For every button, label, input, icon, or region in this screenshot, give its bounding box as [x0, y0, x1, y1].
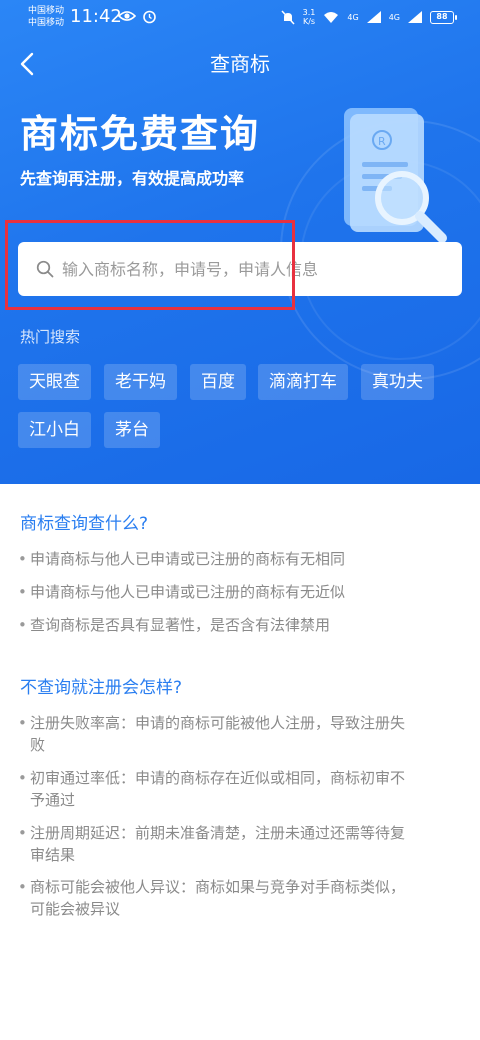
list-item-line: 可能会被异议: [30, 900, 121, 918]
list-item: 申请商标与他人已申请或已注册的商标有无相同: [18, 548, 458, 570]
page-title: 查商标: [210, 52, 270, 76]
list-item: 注册失败率高：申请的商标可能被他人注册，导致注册失 败: [18, 712, 458, 756]
battery-indicator: 88: [430, 10, 457, 24]
hot-tag[interactable]: 滴滴打车: [258, 364, 348, 400]
hot-tag[interactable]: 天眼查: [18, 364, 91, 400]
hero-title: 商标免费查询: [20, 112, 261, 156]
signal-bars-icon: [408, 11, 422, 23]
hot-search-label: 热门搜索: [20, 328, 81, 346]
mute-bell-icon: [281, 9, 295, 25]
hot-tag[interactable]: 茅台: [104, 412, 160, 448]
signal-1-label: 4G: [347, 12, 359, 22]
list-item: 初审通过率低：申请的商标存在近似或相同，商标初审不 予通过: [18, 767, 458, 811]
carrier-info: 中国移动 中国移动: [28, 5, 64, 29]
clock: 11:42: [70, 6, 122, 27]
section-title: 不查询就注册会怎样?: [20, 678, 183, 698]
list-item-line: 注册失败率高：申请的商标可能被他人注册，导致注册失: [30, 714, 406, 732]
wifi-icon: [324, 11, 339, 23]
svg-text:R: R: [378, 135, 386, 148]
hot-tag[interactable]: 老干妈: [104, 364, 177, 400]
list-item-line: 予通过: [30, 791, 76, 809]
speed-unit: K/s: [302, 17, 316, 26]
status-bar: 中国移动 中国移动 11:42 3.1 K/s 4G 4G 88: [0, 0, 480, 36]
list-item-line: 败: [30, 736, 46, 754]
list-item-line: 商标可能会被他人异议：商标如果与竞争对手商标类似，: [30, 878, 406, 896]
speed-value: 3.1: [302, 8, 316, 17]
signal-2-label: 4G: [388, 12, 400, 22]
highlight-annotation-frame: [5, 220, 295, 310]
hero-subtitle: 先查询再注册，有效提高成功率: [20, 169, 245, 188]
hot-tag[interactable]: 江小白: [18, 412, 91, 448]
status-icons-left: [118, 9, 157, 24]
trademark-document-illustration: R: [344, 108, 447, 243]
list-item-line: 注册周期延迟：前期未准备清楚，注册未通过还需等待复: [30, 824, 406, 842]
section-title: 商标查询查什么?: [20, 514, 149, 534]
list-item: 查询商标是否具有显著性，是否含有法律禁用: [18, 614, 458, 636]
alarm-icon: [143, 10, 156, 24]
network-speed: 3.1 K/s: [303, 8, 316, 26]
eye-icon: [118, 11, 136, 21]
status-icons-right: 3.1 K/s 4G 4G 88: [281, 8, 457, 26]
hot-tag[interactable]: 真功夫: [361, 364, 434, 400]
carrier-1: 中国移动: [28, 6, 65, 16]
hot-tag[interactable]: 百度: [190, 364, 246, 400]
list-item: 注册周期延迟：前期未准备清楚，注册未通过还需等待复 审结果: [18, 822, 458, 866]
signal-bars-icon: [366, 11, 381, 23]
list-item-line: 初审通过率低：申请的商标存在近似或相同，商标初审不: [30, 769, 406, 787]
hero-banner: 中国移动 中国移动 11:42 3.1 K/s 4G 4G 88 查商标 商标免…: [0, 0, 480, 484]
list-item: 商标可能会被他人异议：商标如果与竞争对手商标类似， 可能会被异议: [18, 876, 458, 920]
list-item: 申请商标与他人已申请或已注册的商标有无近似: [18, 581, 458, 603]
carrier-2: 中国移动: [28, 18, 65, 28]
list-item-line: 审结果: [30, 846, 76, 864]
